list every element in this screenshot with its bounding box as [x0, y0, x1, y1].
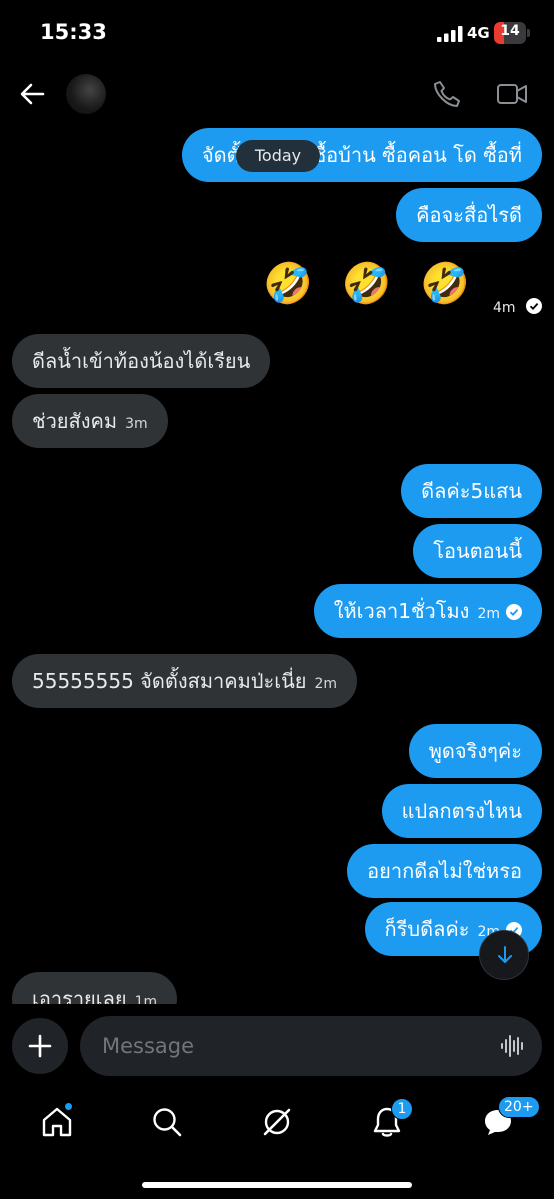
- message-text: ดีลน้ำเข้าท้องน้องได้เรียน: [32, 349, 251, 373]
- status-time: 15:33: [40, 20, 107, 44]
- message-time: 2m: [477, 606, 500, 622]
- tab-grok[interactable]: [257, 1102, 297, 1142]
- message-text: อยากดีลไม่ใช่หรอ: [367, 859, 522, 883]
- tab-notifications[interactable]: 1: [367, 1098, 413, 1142]
- status-bar: 15:33 4G 14: [0, 0, 554, 66]
- message-text: ให้เวลา1ชั่วโมง: [333, 599, 470, 623]
- message-bubble[interactable]: ดีลค่ะ5แสน: [401, 464, 542, 518]
- message-text: พูดจริงๆค่ะ: [428, 739, 522, 763]
- network-type: 4G: [467, 24, 490, 42]
- message-text: เอารายเลย: [32, 987, 127, 1004]
- message-text: ช่วยสังคม: [32, 409, 118, 433]
- messages-badge: 20+: [498, 1096, 540, 1118]
- message-bubble[interactable]: ช่วยสังคม 3m: [12, 394, 168, 448]
- bottom-tab-bar: 1 20+: [0, 1090, 554, 1160]
- message-text: ดีลค่ะ5แสน: [421, 479, 522, 503]
- video-icon[interactable]: [496, 80, 528, 108]
- message-bubble[interactable]: ให้เวลา1ชั่วโมง 2m: [313, 584, 542, 638]
- voice-message-icon[interactable]: [500, 1033, 526, 1059]
- message-bubble[interactable]: อยากดีลไม่ใช่หรอ: [347, 844, 542, 898]
- message-bubble[interactable]: คือจะสื่อไรดี: [396, 188, 542, 242]
- message-composer: [0, 1016, 554, 1080]
- message-text: โอนตอนนี้: [433, 539, 522, 563]
- message-text: แปลกตรงไหน: [401, 799, 522, 823]
- message-time: 2m: [314, 676, 338, 692]
- search-icon: [153, 1108, 182, 1137]
- plus-icon: [28, 1034, 52, 1058]
- read-check-icon: [526, 298, 542, 314]
- message-time: 1m: [134, 994, 158, 1004]
- notifications-badge: 1: [391, 1098, 413, 1120]
- grok-icon: [263, 1108, 291, 1136]
- signal-icon: [437, 26, 463, 42]
- message-bubble[interactable]: โอนตอนนี้: [413, 524, 542, 578]
- message-bubble[interactable]: เอารายเลย 1m: [12, 972, 178, 1004]
- arrow-down-icon: [498, 946, 512, 963]
- message-bubble[interactable]: ดีลน้ำเข้าท้องน้องได้เรียน: [12, 334, 271, 388]
- avatar[interactable]: [66, 74, 106, 114]
- unread-dot: [64, 1102, 73, 1111]
- message-time: 4m: [493, 298, 542, 316]
- message-input[interactable]: [102, 1016, 482, 1076]
- tab-search[interactable]: [147, 1102, 187, 1142]
- battery-level: 14: [500, 23, 520, 39]
- phone-icon[interactable]: [432, 79, 462, 109]
- scroll-to-bottom-button[interactable]: [479, 930, 529, 980]
- date-divider: Today: [236, 140, 320, 172]
- message-text: ก็รีบดีลค่ะ: [384, 917, 470, 941]
- chat-header: [0, 66, 554, 122]
- message-bubble[interactable]: พูดจริงๆค่ะ: [408, 724, 542, 778]
- emoji-message[interactable]: 🤣 🤣 🤣: [263, 260, 478, 307]
- message-text: คือจะสื่อไรดี: [416, 203, 522, 227]
- home-indicator: [142, 1182, 412, 1188]
- tab-messages[interactable]: 20+: [478, 1096, 540, 1142]
- message-input-wrapper: [80, 1016, 542, 1076]
- tab-home[interactable]: [37, 1102, 77, 1142]
- back-arrow-icon[interactable]: [18, 80, 46, 108]
- add-attachment-button[interactable]: [12, 1018, 68, 1074]
- chat-thread[interactable]: จัดตั้งสมาคมซื้อบ้าน ซื้อคอน โด ซื้อที่ …: [0, 122, 554, 1004]
- message-bubble[interactable]: 55555555 จัดตั้งสมาคมป่ะเนี่ย 2m: [12, 654, 358, 708]
- message-bubble[interactable]: แปลกตรงไหน: [381, 784, 542, 838]
- message-time: 3m: [125, 416, 148, 432]
- battery-icon: 14: [494, 22, 530, 44]
- message-text: 55555555 จัดตั้งสมาคมป่ะเนี่ย: [32, 669, 307, 693]
- read-check-icon: [506, 604, 522, 620]
